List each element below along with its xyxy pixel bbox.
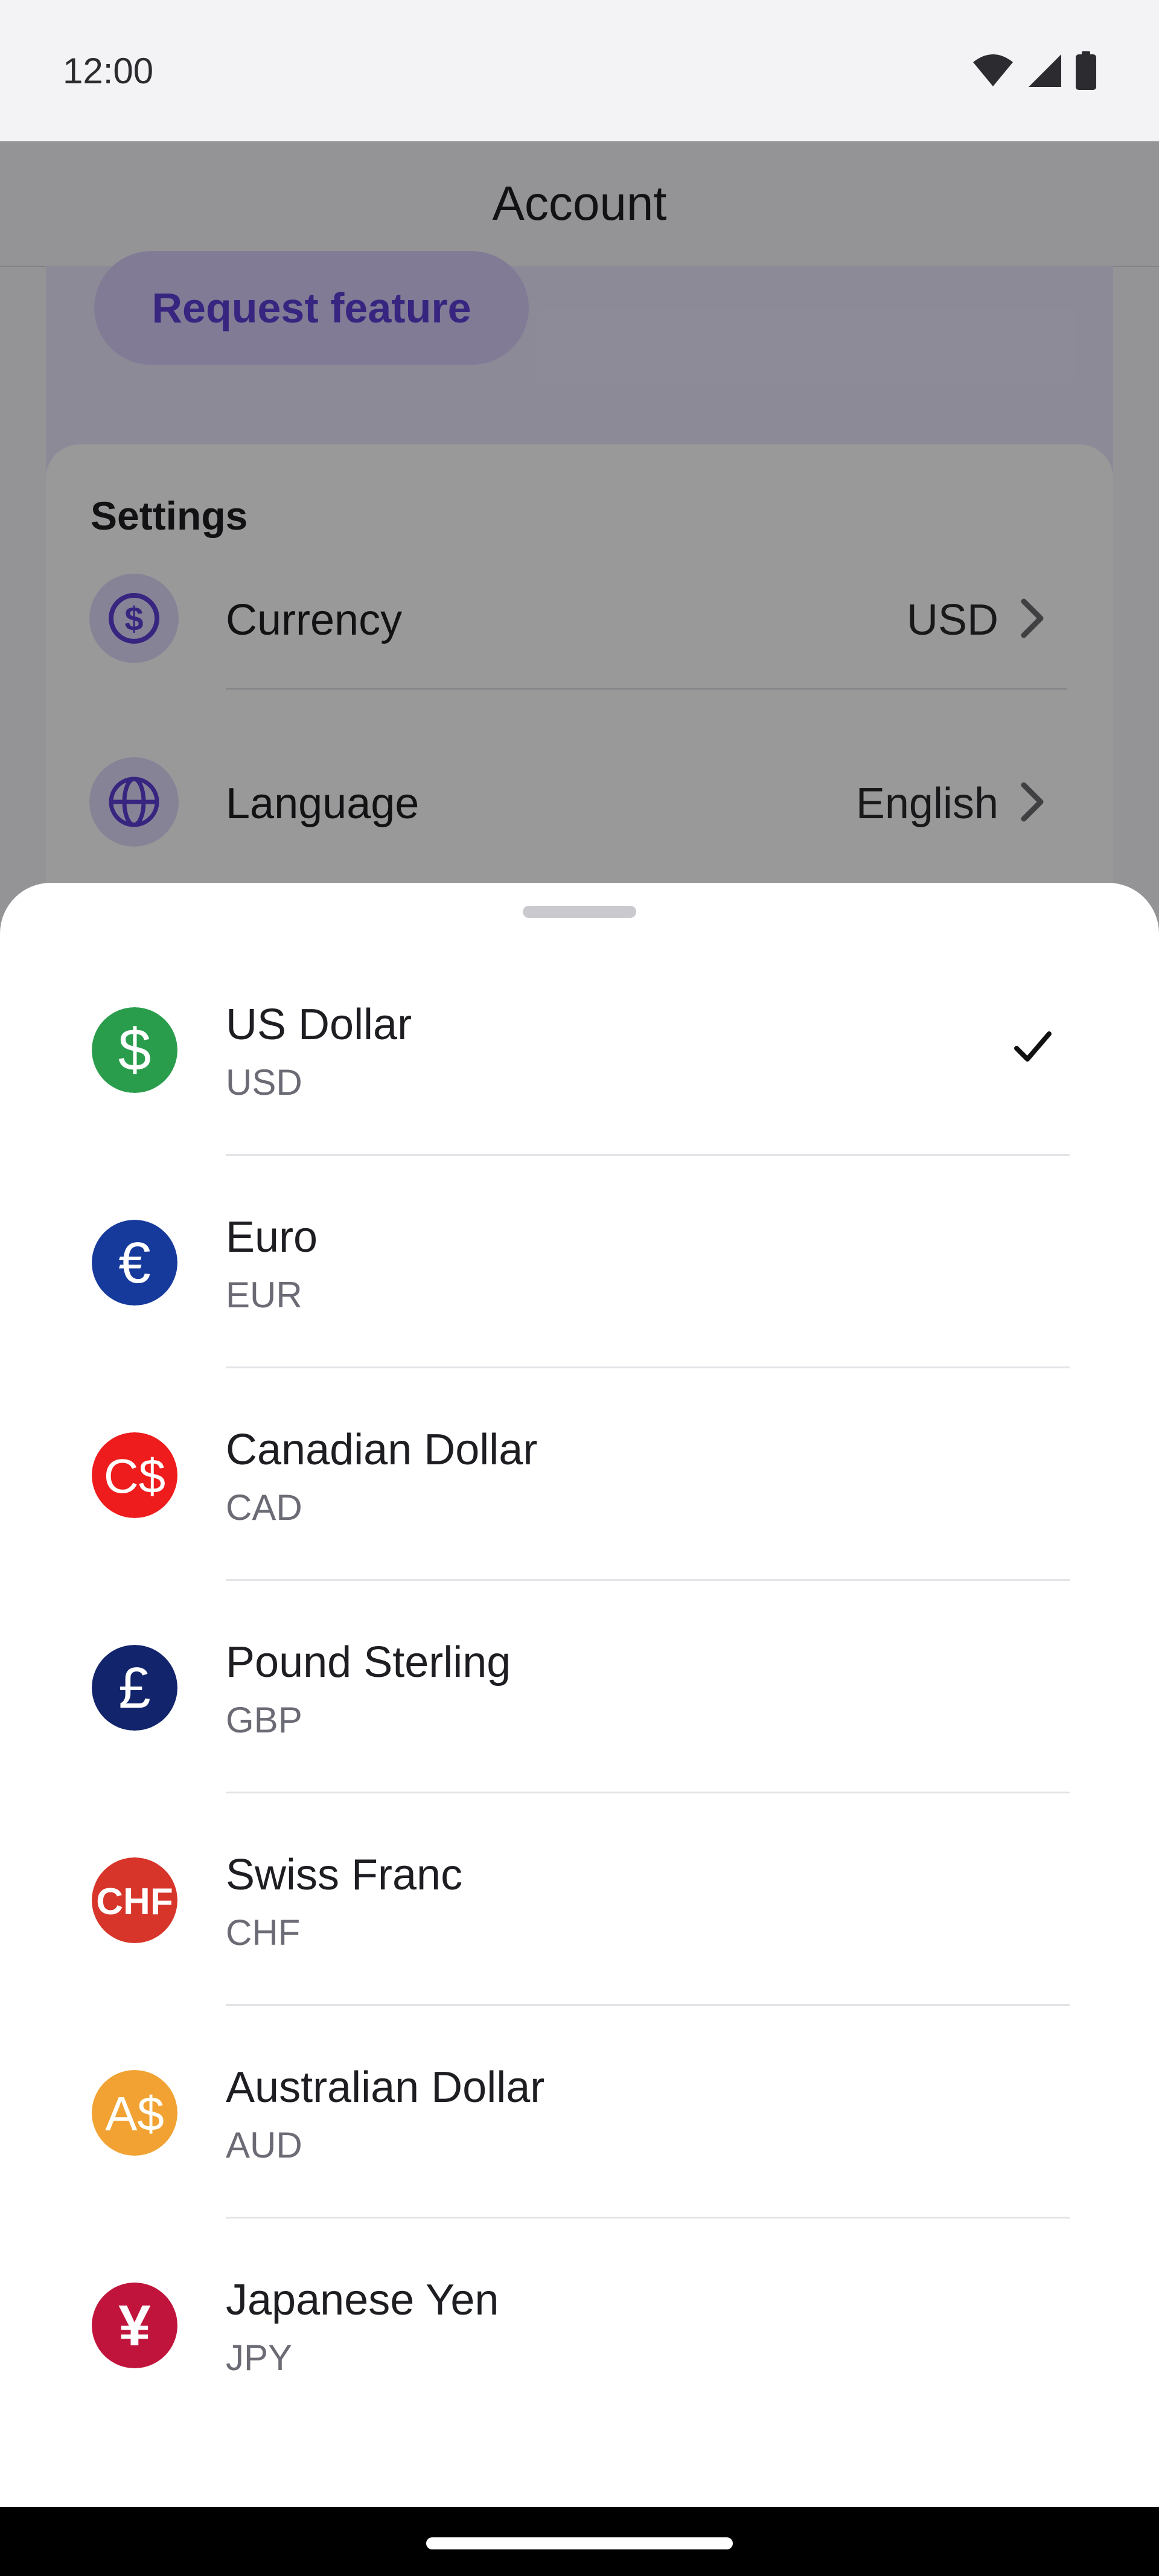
cellular-signal-icon	[1029, 54, 1061, 87]
status-icons	[972, 51, 1096, 90]
currency-option-jpy[interactable]: ¥ Japanese Yen JPY	[0, 2219, 1159, 2431]
australian-dollar-icon: A$	[92, 2070, 177, 2156]
currency-code: GBP	[226, 1700, 302, 1740]
currency-option-cad[interactable]: C$ Canadian Dollar CAD	[0, 1368, 1159, 1581]
currency-option-gbp[interactable]: £ Pound Sterling GBP	[0, 1581, 1159, 1793]
swiss-franc-icon: CHF	[92, 1857, 177, 1943]
checkmark-icon	[1014, 1031, 1052, 1062]
currency-code: AUD	[226, 2125, 302, 2165]
currency-code: JPY	[226, 2337, 293, 2378]
currency-name: Pound Sterling	[226, 1638, 511, 1687]
pound-sterling-icon: £	[92, 1645, 177, 1731]
currency-code: EUR	[226, 1275, 302, 1315]
currency-code: CHF	[226, 1912, 301, 1953]
currency-symbol: C$	[104, 1449, 165, 1503]
home-indicator[interactable]	[426, 2537, 733, 2549]
canadian-dollar-icon: C$	[92, 1432, 177, 1518]
currency-name: Euro	[226, 1213, 318, 1261]
battery-icon	[1076, 51, 1096, 90]
currency-option-usd[interactable]: $ US Dollar USD	[0, 943, 1159, 1156]
currency-symbol: €	[118, 1231, 150, 1295]
currency-option-aud[interactable]: A$ Australian Dollar AUD	[0, 2006, 1159, 2219]
currency-option-chf[interactable]: CHF Swiss Franc CHF	[0, 1793, 1159, 2006]
status-time: 12:00	[63, 50, 154, 91]
currency-symbol: A$	[105, 2087, 164, 2141]
currency-code: CAD	[226, 1487, 302, 1528]
currency-symbol: CHF	[96, 1881, 173, 1923]
currency-option-eur[interactable]: € Euro EUR	[0, 1156, 1159, 1368]
currency-name: US Dollar	[226, 1001, 412, 1049]
status-bar: 12:00	[0, 0, 1159, 141]
currency-code: USD	[226, 1062, 302, 1103]
drag-handle[interactable]	[523, 906, 636, 918]
currency-name: Japanese Yen	[226, 2276, 499, 2324]
currency-symbol: $	[118, 1016, 152, 1083]
euro-icon: €	[92, 1220, 177, 1306]
currency-symbol: £	[118, 1656, 150, 1720]
currency-name: Australian Dollar	[226, 2063, 545, 2112]
currency-name: Swiss Franc	[226, 1851, 463, 1899]
gesture-nav-bar	[0, 2507, 1159, 2576]
wifi-icon	[973, 54, 1013, 86]
us-dollar-icon: $	[92, 1007, 177, 1093]
currency-picker-sheet: $ US Dollar USD € Euro EUR C$ Canadian D…	[0, 883, 1159, 2507]
currency-symbol: ¥	[118, 2293, 150, 2358]
japanese-yen-icon: ¥	[92, 2283, 177, 2368]
currency-name: Canadian Dollar	[226, 1426, 538, 1474]
